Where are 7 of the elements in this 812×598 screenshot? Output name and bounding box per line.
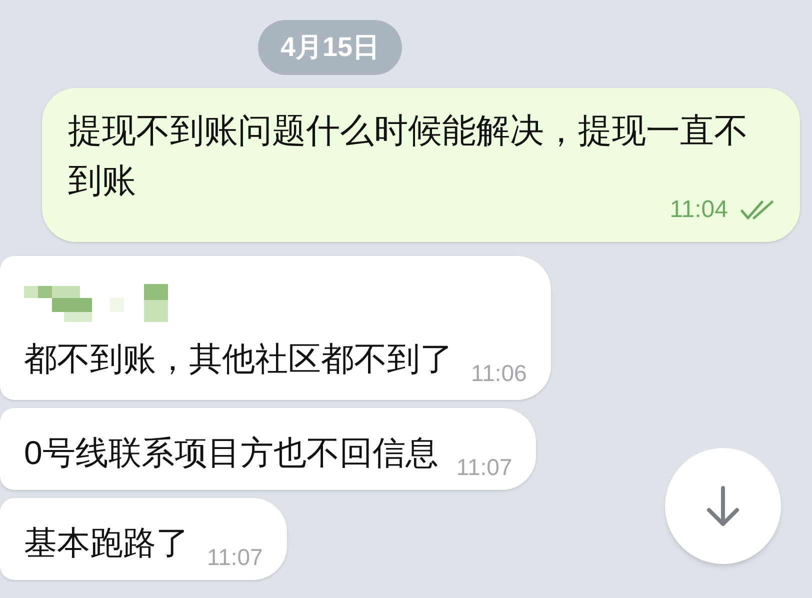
- message-time: 11:07: [207, 542, 263, 572]
- message-text: 基本跑路了: [24, 523, 189, 563]
- message-text: 都不到账，其他社区都不到了: [24, 339, 453, 379]
- message-time: 11:06: [471, 358, 527, 388]
- date-badge: 4月15日: [258, 20, 402, 75]
- message-text: 0号线联系项目方也不回信息: [24, 433, 438, 473]
- message-time: 11:07: [456, 452, 512, 482]
